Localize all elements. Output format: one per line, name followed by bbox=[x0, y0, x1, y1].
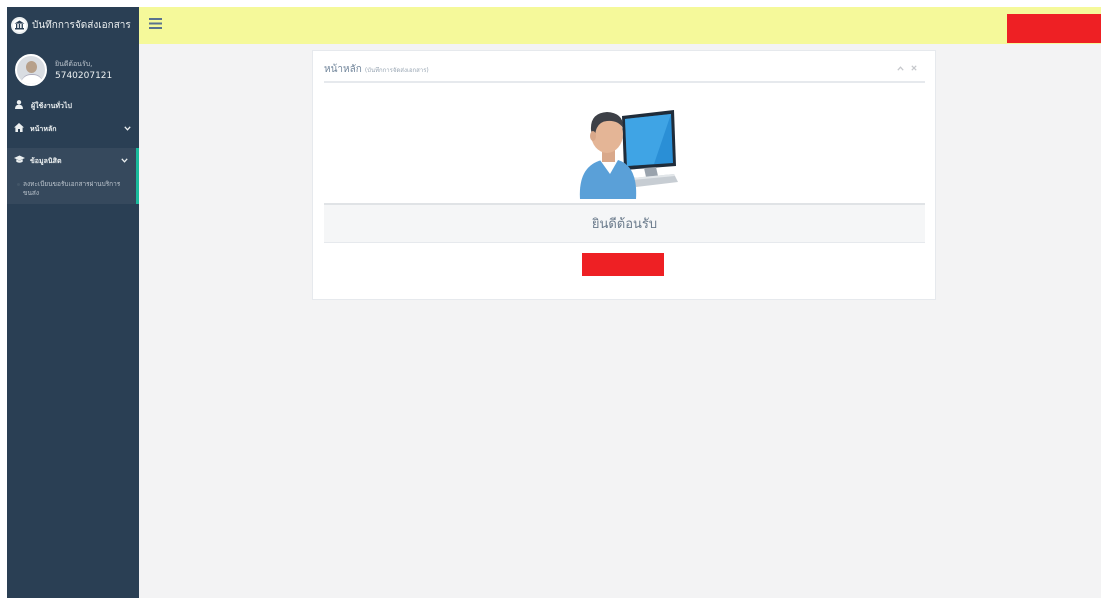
user-avatar-icon bbox=[15, 54, 47, 86]
profile-info: ยินดีต้อนรับ, 5740207121 bbox=[55, 58, 112, 82]
user-menu-button[interactable] bbox=[1007, 14, 1101, 43]
app-frame: บันทึกการจัดส่งเอกสาร ยินดีต้อนรับ, 5740… bbox=[7, 7, 1101, 598]
profile-greeting: ยินดีต้อนรับ, bbox=[55, 60, 93, 68]
brand[interactable]: บันทึกการจัดส่งเอกสาร bbox=[7, 7, 139, 44]
user-icon bbox=[15, 100, 23, 112]
seal-logo-icon bbox=[11, 17, 28, 34]
panel-subtitle: (บันทึกการจัดส่งเอกสาร) bbox=[364, 67, 429, 74]
user-computer-icon bbox=[574, 104, 678, 199]
top-navbar bbox=[139, 7, 1101, 44]
sidebar-item-label: หน้าหลัก bbox=[30, 124, 57, 133]
close-icon[interactable] bbox=[911, 64, 917, 73]
profile: ยินดีต้อนรับ, 5740207121 bbox=[7, 44, 139, 96]
sidebar-item-student-info[interactable]: ข้อมูลนิสิต bbox=[7, 148, 139, 174]
user-role-label: ผู้ใช้งานทั่วไป bbox=[31, 101, 72, 110]
panel-tools bbox=[897, 64, 917, 73]
panel-header: หน้าหลัก (บันทึกการจัดส่งเอกสาร) bbox=[324, 59, 925, 83]
submenu-item-register-document-delivery[interactable]: ลงทะเบียนขอรับเอกสารผ่านบริการขนส่ง bbox=[17, 180, 132, 198]
app-title: บันทึกการจัดส่งเอกสาร bbox=[32, 20, 131, 31]
graduation-cap-icon bbox=[14, 155, 25, 167]
sidebar-item-label: ข้อมูลนิสิต bbox=[30, 156, 62, 165]
chevron-down-icon bbox=[124, 125, 131, 133]
home-panel: หน้าหลัก (บันทึกการจัดส่งเอกสาร) ยินดีต้… bbox=[312, 50, 936, 300]
sidebar-submenu: ลงทะเบียนขอรับเอกสารผ่านบริการขนส่ง bbox=[7, 174, 139, 204]
panel-title-text: หน้าหลัก bbox=[324, 64, 362, 75]
action-button[interactable] bbox=[582, 253, 664, 276]
sidebar: บันทึกการจัดส่งเอกสาร ยินดีต้อนรับ, 5740… bbox=[7, 7, 139, 598]
hamburger-menu-icon[interactable] bbox=[149, 16, 162, 32]
chevron-down-icon bbox=[121, 157, 128, 165]
chevron-up-icon[interactable] bbox=[897, 64, 911, 73]
sidebar-item-home[interactable]: หน้าหลัก bbox=[7, 116, 139, 142]
home-icon bbox=[14, 123, 24, 135]
profile-user-id: 5740207121 bbox=[55, 71, 113, 81]
welcome-message: ยินดีต้อนรับ bbox=[324, 203, 925, 243]
panel-title: หน้าหลัก (บันทึกการจัดส่งเอกสาร) bbox=[324, 62, 429, 77]
user-role: ผู้ใช้งานทั่วไป bbox=[7, 96, 139, 116]
